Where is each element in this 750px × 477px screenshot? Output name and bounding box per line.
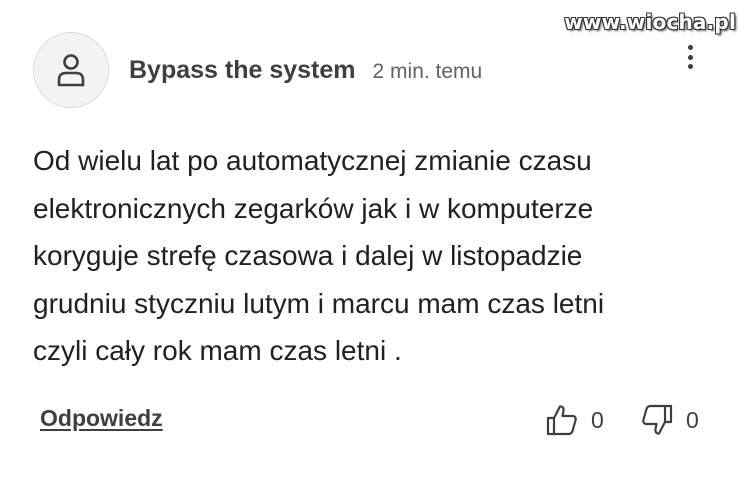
comment-time: 2 min. temu: [372, 60, 483, 83]
reply-button[interactable]: Odpowiedz: [40, 405, 163, 432]
thumbs-up-icon: [546, 405, 577, 436]
dot: [687, 54, 693, 60]
dislike-count: 0: [686, 406, 699, 433]
user-icon: [57, 54, 85, 87]
dot: [687, 45, 693, 50]
comment-line: elektronicznych zegarków jak i w kompute…: [33, 192, 594, 224]
comment-line: koryguje strefę czasowa i dalej w listop…: [33, 240, 583, 271]
dot: [687, 64, 693, 69]
comment-line: czyli cały rok mam czas letni .: [33, 335, 402, 366]
watermark: www.wiocha.pl: [564, 10, 736, 34]
author-name[interactable]: Bypass the system: [129, 56, 356, 85]
comment-line: Od wielu lat po automatycznej zmianie cz…: [33, 145, 592, 176]
dislike-button[interactable]: 0: [640, 403, 699, 437]
comment-header: Bypass the system 2 min. temu: [129, 56, 482, 85]
avatar: [33, 32, 109, 108]
thumbs-down-icon: [642, 404, 673, 435]
comment-body: Od wielu lat po automatycznej zmianie cz…: [33, 137, 723, 375]
comment-line: grudniu styczniu lutym i marcu mam czas …: [33, 287, 605, 319]
more-vertical-icon[interactable]: [681, 43, 699, 71]
like-count: 0: [591, 406, 604, 433]
like-button[interactable]: 0: [545, 403, 604, 437]
